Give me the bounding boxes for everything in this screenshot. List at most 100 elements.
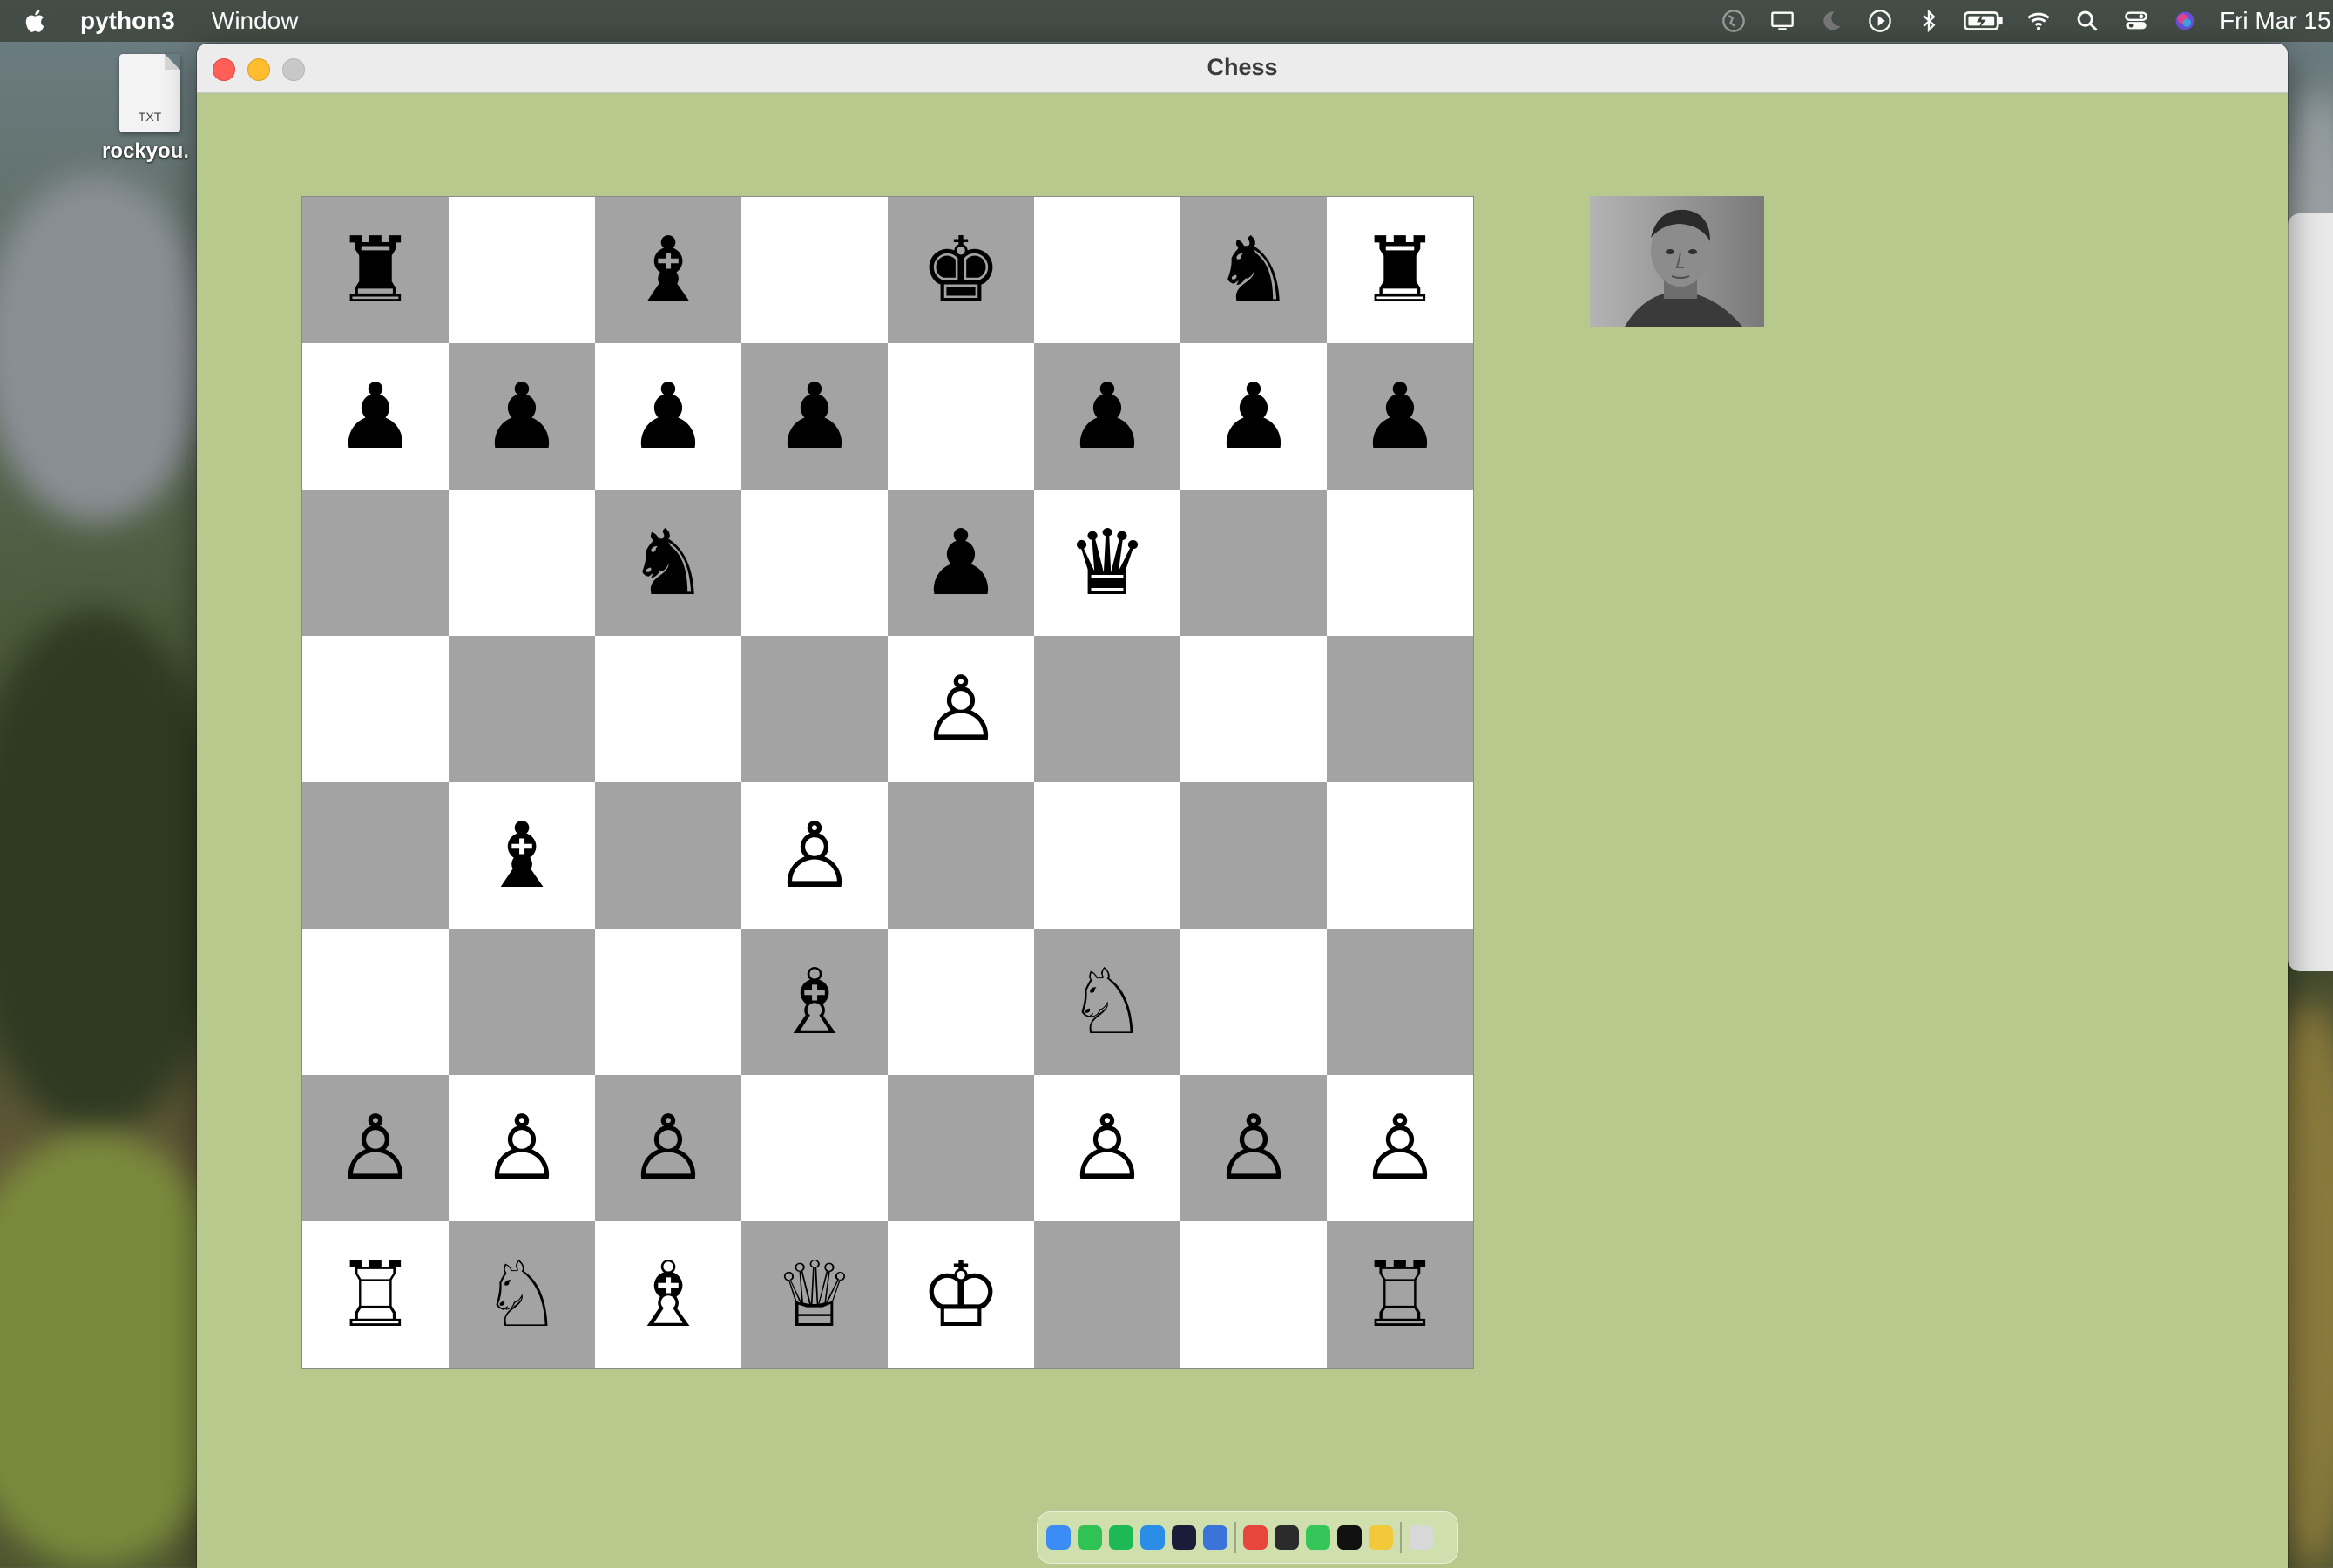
white-pawn-icon[interactable]: ♙ <box>335 1103 416 1193</box>
square-g3[interactable] <box>1180 929 1327 1075</box>
display-icon[interactable] <box>1767 8 1798 34</box>
white-pawn-icon[interactable]: ♙ <box>920 664 1001 754</box>
black-pawn-icon[interactable]: ♟ <box>1213 371 1294 462</box>
square-c4[interactable] <box>595 782 741 929</box>
dock-intellij-icon[interactable] <box>1172 1525 1196 1550</box>
square-e5[interactable]: ♙ <box>888 636 1034 782</box>
black-pawn-icon[interactable]: ♟ <box>627 371 708 462</box>
square-a3[interactable] <box>302 929 449 1075</box>
black-knight-icon[interactable]: ♞ <box>627 517 708 608</box>
black-pawn-icon[interactable]: ♟ <box>920 517 1001 608</box>
square-g6[interactable] <box>1180 490 1327 636</box>
app-menu-title[interactable]: python3 <box>80 7 175 35</box>
white-rook-icon[interactable]: ♖ <box>1359 1249 1440 1340</box>
square-e7[interactable] <box>888 343 1034 490</box>
square-a8[interactable]: ♜ <box>302 197 449 343</box>
dock-chrome-icon[interactable] <box>1243 1525 1268 1550</box>
dock-facetime-icon[interactable] <box>1078 1525 1102 1550</box>
square-b4[interactable]: ♝ <box>449 782 595 929</box>
square-f7[interactable]: ♟ <box>1034 343 1180 490</box>
square-h4[interactable] <box>1327 782 1473 929</box>
square-f5[interactable] <box>1034 636 1180 782</box>
square-c1[interactable]: ♗ <box>595 1221 741 1368</box>
square-b8[interactable] <box>449 197 595 343</box>
play-icon[interactable] <box>1864 8 1896 34</box>
square-h3[interactable] <box>1327 929 1473 1075</box>
square-h7[interactable]: ♟ <box>1327 343 1473 490</box>
square-b5[interactable] <box>449 636 595 782</box>
dock-xcode-icon[interactable] <box>1203 1525 1227 1550</box>
square-e2[interactable] <box>888 1075 1034 1221</box>
black-pawn-icon[interactable]: ♟ <box>335 371 416 462</box>
square-d6[interactable] <box>741 490 888 636</box>
white-pawn-icon[interactable]: ♙ <box>774 810 855 901</box>
square-f3[interactable]: ♘ <box>1034 929 1180 1075</box>
square-a7[interactable]: ♟ <box>302 343 449 490</box>
square-b7[interactable]: ♟ <box>449 343 595 490</box>
square-b1[interactable]: ♘ <box>449 1221 595 1368</box>
black-pawn-icon[interactable]: ♟ <box>1359 371 1440 462</box>
white-pawn-icon[interactable]: ♙ <box>1066 1103 1147 1193</box>
square-c5[interactable] <box>595 636 741 782</box>
square-g7[interactable]: ♟ <box>1180 343 1327 490</box>
white-bishop-icon[interactable]: ♗ <box>774 956 855 1047</box>
square-c3[interactable] <box>595 929 741 1075</box>
black-rook-icon[interactable]: ♜ <box>335 225 416 315</box>
battery-icon[interactable] <box>1962 8 2005 34</box>
square-d2[interactable] <box>741 1075 888 1221</box>
square-h6[interactable] <box>1327 490 1473 636</box>
square-f4[interactable] <box>1034 782 1180 929</box>
dock-cyberduck-icon[interactable] <box>1369 1525 1393 1550</box>
black-pawn-icon[interactable]: ♟ <box>774 371 855 462</box>
white-knight-icon[interactable]: ♘ <box>481 1249 562 1340</box>
square-h8[interactable]: ♜ <box>1327 197 1473 343</box>
square-g2[interactable]: ♙ <box>1180 1075 1327 1221</box>
square-b3[interactable] <box>449 929 595 1075</box>
window-menu[interactable]: Window <box>212 7 299 35</box>
siri-icon[interactable] <box>2169 8 2201 34</box>
dock-messages-icon[interactable] <box>1306 1525 1330 1550</box>
square-f6[interactable]: ♛ <box>1034 490 1180 636</box>
square-a2[interactable]: ♙ <box>302 1075 449 1221</box>
square-a6[interactable] <box>302 490 449 636</box>
dock-trash-icon[interactable] <box>1409 1525 1433 1550</box>
square-a1[interactable]: ♖ <box>302 1221 449 1368</box>
menu-clock[interactable]: Fri Mar 15 <box>2220 7 2333 35</box>
square-h5[interactable] <box>1327 636 1473 782</box>
square-d1[interactable]: ♕ <box>741 1221 888 1368</box>
square-d8[interactable] <box>741 197 888 343</box>
desktop-file-icon[interactable]: TXT rockyou. <box>98 54 202 164</box>
wifi-icon[interactable] <box>2023 8 2054 34</box>
white-queen-icon[interactable]: ♕ <box>774 1249 855 1340</box>
square-g5[interactable] <box>1180 636 1327 782</box>
square-d5[interactable] <box>741 636 888 782</box>
square-f2[interactable]: ♙ <box>1034 1075 1180 1221</box>
square-b2[interactable]: ♙ <box>449 1075 595 1221</box>
apple-icon[interactable] <box>23 8 45 34</box>
black-king-icon[interactable]: ♚ <box>920 225 1001 315</box>
black-knight-icon[interactable]: ♞ <box>1213 225 1294 315</box>
white-rook-icon[interactable]: ♖ <box>335 1249 416 1340</box>
chess-board[interactable]: ♜ ♝ ♚ ♞ ♜ ♟ ♟ ♟ ♟ ♟ ♟ ♟ ♞ ♟ ♛ ♙ ♝ ♙ ♗ ♘ ♙ ♙ ♙ ♙ ♙ ♙ ♖ ♘ ♗ ♕ ♔ ♖ <box>301 196 1474 1369</box>
black-bishop-icon[interactable]: ♝ <box>481 810 562 901</box>
square-a5[interactable] <box>302 636 449 782</box>
square-e6[interactable]: ♟ <box>888 490 1034 636</box>
white-pawn-icon[interactable]: ♙ <box>1213 1103 1294 1193</box>
dock-finder-icon[interactable] <box>1046 1525 1071 1550</box>
square-g1[interactable] <box>1180 1221 1327 1368</box>
square-c8[interactable]: ♝ <box>595 197 741 343</box>
white-pawn-icon[interactable]: ♙ <box>481 1103 562 1193</box>
square-h2[interactable]: ♙ <box>1327 1075 1473 1221</box>
square-h1[interactable]: ♖ <box>1327 1221 1473 1368</box>
globe-icon[interactable] <box>1718 8 1749 34</box>
square-d7[interactable]: ♟ <box>741 343 888 490</box>
square-c7[interactable]: ♟ <box>595 343 741 490</box>
square-g8[interactable]: ♞ <box>1180 197 1327 343</box>
white-king-icon[interactable]: ♔ <box>920 1249 1001 1340</box>
square-e4[interactable] <box>888 782 1034 929</box>
square-b6[interactable] <box>449 490 595 636</box>
square-f1[interactable] <box>1034 1221 1180 1368</box>
square-c2[interactable]: ♙ <box>595 1075 741 1221</box>
square-c6[interactable]: ♞ <box>595 490 741 636</box>
square-g4[interactable] <box>1180 782 1327 929</box>
